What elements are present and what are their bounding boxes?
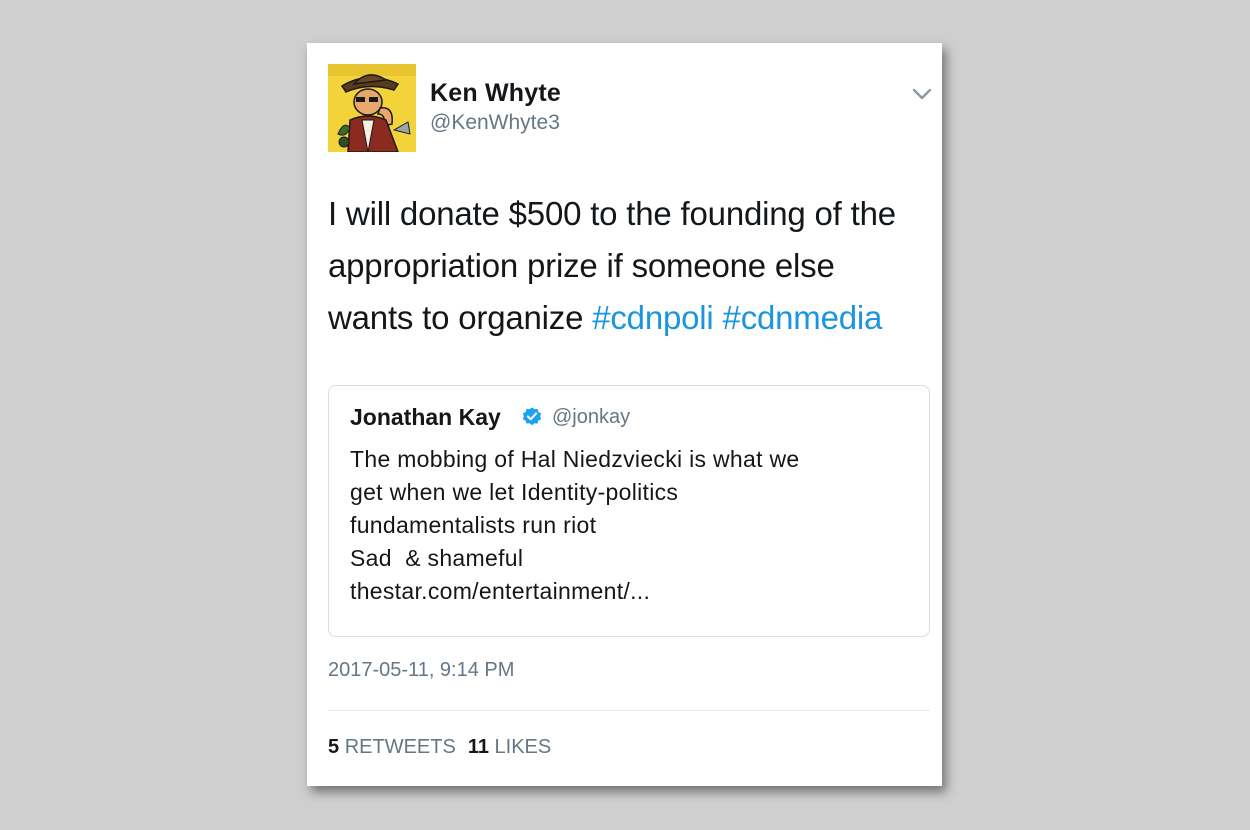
divider — [328, 710, 930, 711]
tweet-stats: 5 RETWEETS 11 LIKES — [328, 736, 551, 759]
tweet-timestamp[interactable]: 2017-05-11, 9:14 PM — [328, 659, 514, 682]
tweet-text-segment: wants to organize — [328, 299, 593, 336]
verified-badge-icon — [522, 407, 542, 426]
quoted-tweet[interactable]: Jonathan Kay @jonkay The mobbing of Hal … — [328, 385, 930, 637]
tweet-text-line: I will donate $500 to the founding of th… — [328, 195, 896, 232]
author-name[interactable]: Ken Whyte — [430, 79, 561, 108]
quoted-text-line: get when we let Identity-politics — [350, 479, 679, 505]
author-handle[interactable]: @KenWhyte3 — [430, 111, 560, 135]
likes-label: LIKES — [494, 736, 552, 758]
hashtag-link-cdnmedia[interactable]: #cdnmedia — [723, 299, 883, 336]
retweets-label: RETWEETS — [344, 736, 456, 758]
quoted-link[interactable]: thestar.com/entertainment/... — [350, 578, 650, 605]
tweet-text-line: wants to organize #cdnpoli #cdnmedia — [328, 292, 933, 344]
quoted-text-line: fundamentalists run riot — [350, 512, 597, 538]
quoted-text-line: The mobbing of Hal Niedzviecki is what w… — [350, 446, 800, 472]
avatar-illustration — [328, 64, 416, 152]
chevron-down-icon[interactable] — [911, 86, 933, 102]
retweets-stat[interactable]: 5 RETWEETS — [328, 736, 456, 758]
likes-stat[interactable]: 11 LIKES — [468, 736, 551, 758]
quoted-author-name: Jonathan Kay — [350, 404, 501, 430]
quoted-author-handle: @jonkay — [552, 406, 631, 428]
quoted-text-line: Sad & shameful — [350, 545, 524, 571]
tweet-text-line: appropriation prize if someone else — [328, 247, 835, 284]
tweet-text: I will donate $500 to the founding of th… — [328, 188, 933, 344]
tweet-card: Ken Whyte @KenWhyte3 I will donate $500 … — [307, 43, 942, 786]
hashtag-link-cdnpoli[interactable]: #cdnpoli — [592, 299, 714, 336]
retweets-count: 5 — [328, 736, 340, 758]
likes-count: 11 — [467, 736, 489, 758]
author-avatar[interactable] — [328, 64, 416, 152]
